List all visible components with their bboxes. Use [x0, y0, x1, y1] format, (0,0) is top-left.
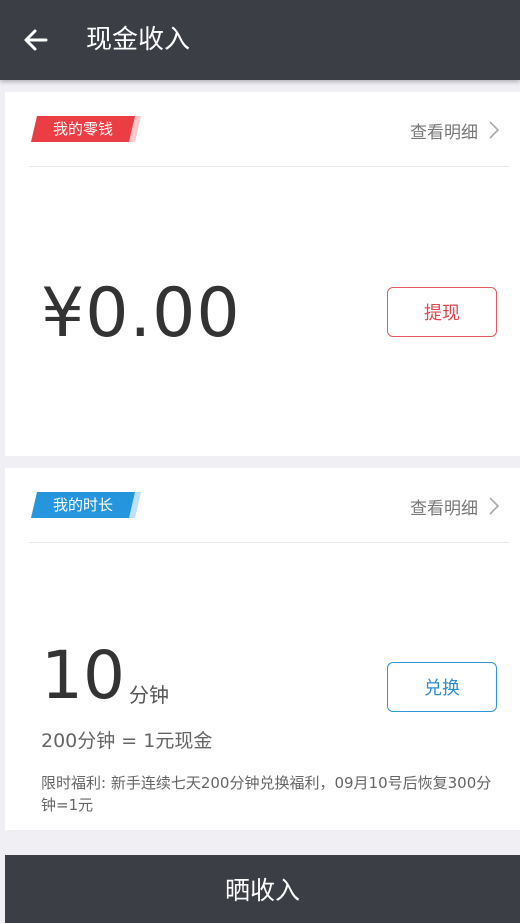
minutes-unit: 分钟 [128, 683, 169, 707]
arrow-left-icon [24, 29, 48, 51]
cash-amount: ¥0.00 [41, 274, 241, 353]
exchange-rate-text: 200分钟 = 1元现金 [41, 730, 213, 752]
withdraw-button[interactable]: 提现 [387, 287, 497, 337]
time-tag-label: 我的时长 [52, 496, 113, 514]
page-title: 现金收入 [86, 25, 191, 55]
top-bar: 现金收入 [0, 0, 520, 80]
time-divider [29, 542, 510, 543]
minutes-value: 10 [41, 637, 125, 714]
cash-detail-label: 查看明细 [410, 122, 478, 143]
time-detail-label: 查看明细 [410, 498, 478, 519]
cash-divider [29, 166, 510, 167]
cash-detail-link[interactable]: 查看明细 [410, 116, 500, 144]
minutes-display: 10 分钟 [41, 640, 169, 712]
chevron-right-icon [488, 120, 500, 140]
time-detail-link[interactable]: 查看明细 [410, 492, 500, 520]
cash-card: 我的零钱 查看明细 ¥0.00 提现 [5, 92, 520, 456]
promotion-notice: 限时福利: 新手连续七天200分钟兑换福利，09月10号后恢复300分钟=1元 [41, 774, 492, 814]
time-card: 我的时长 查看明细 10 分钟 兑换 200分钟 = 1元现金 限时福利: 新手… [5, 468, 520, 830]
chevron-right-icon [488, 496, 500, 516]
time-tag: 我的时长 [31, 492, 141, 518]
cash-tag: 我的零钱 [31, 116, 141, 142]
back-button[interactable] [14, 18, 58, 62]
share-income-button[interactable]: 晒收入 [5, 855, 520, 923]
exchange-button[interactable]: 兑换 [387, 662, 497, 712]
cash-tag-label: 我的零钱 [52, 120, 113, 138]
